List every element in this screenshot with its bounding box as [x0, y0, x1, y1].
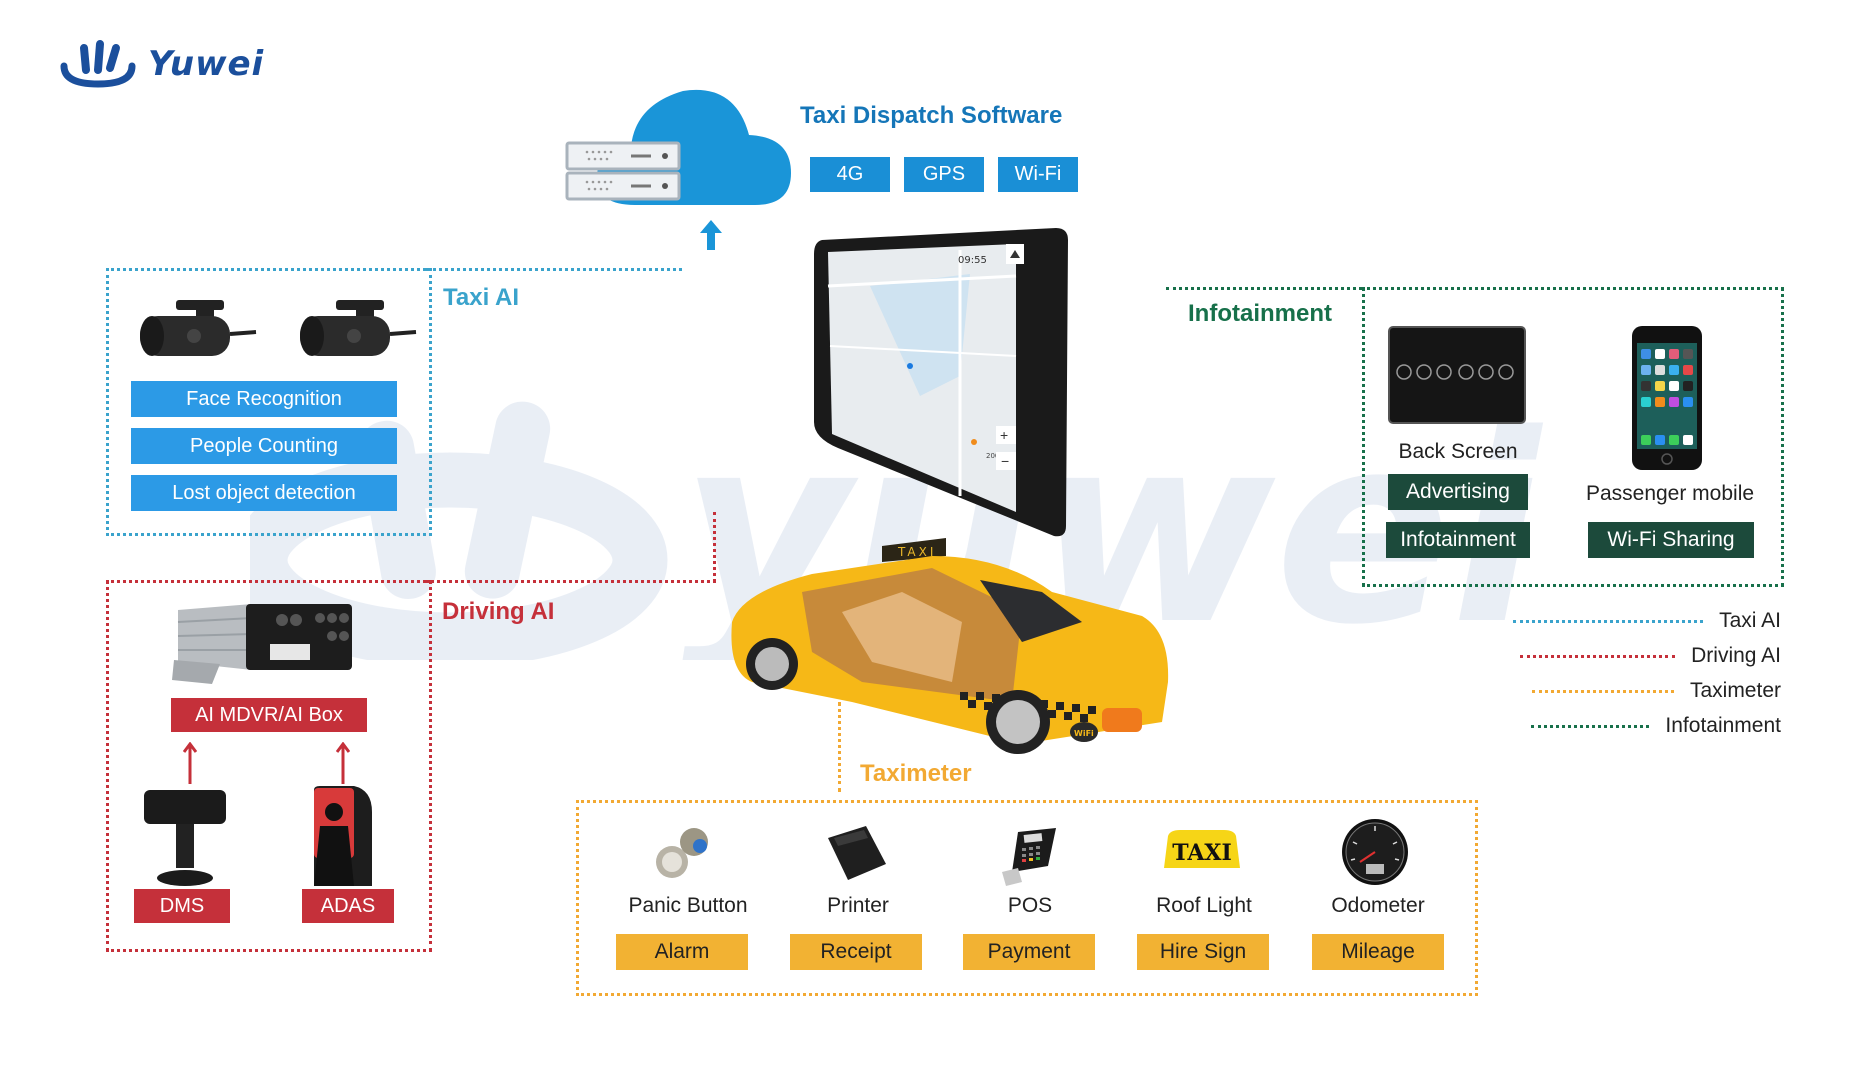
sensor-dms-label: DMS: [134, 889, 230, 923]
dispatch-tablet: 09:55 200米 + −: [814, 228, 1068, 537]
roof-light-text: TAXI: [1172, 840, 1232, 866]
item-pos-label: POS: [1007, 894, 1053, 917]
passenger-mobile-icon: [1632, 326, 1702, 470]
tag-hire-sign: Hire Sign: [1137, 934, 1269, 970]
tag-infotainment: Infotainment: [1386, 522, 1530, 558]
svg-text:+: +: [1000, 427, 1008, 443]
wifi-door-logo: WiFi: [1074, 729, 1094, 738]
sensor-adas-label: ADAS: [302, 889, 394, 923]
camera-icon: [140, 300, 257, 356]
ai-mdvr-box-label: AI MDVR/AI Box: [171, 698, 367, 732]
legend-item-driving-ai: Driving AI: [1491, 641, 1781, 671]
tag-mileage: Mileage: [1312, 934, 1444, 970]
feature-people-counting: People Counting: [131, 428, 397, 464]
mdvr-box-icon: [172, 604, 352, 684]
pos-terminal-icon: [1002, 828, 1056, 886]
back-screen-icon: [1388, 326, 1526, 424]
legend-line: [1520, 654, 1676, 658]
feature-lost-object-detection: Lost object detection: [131, 475, 397, 511]
legend-label: Driving AI: [1691, 644, 1781, 667]
feature-face-recognition: Face Recognition: [131, 381, 397, 417]
taximeter-title: Taximeter: [860, 760, 972, 787]
legend-line: [1531, 724, 1650, 728]
legend-item-taximeter: Taximeter: [1491, 676, 1781, 706]
legend-item-taxi-ai: Taxi AI: [1491, 606, 1781, 636]
yuwei-logo-icon: [60, 40, 136, 88]
brand-name: Yuwei: [148, 44, 265, 84]
item-printer-label: Printer: [827, 894, 889, 917]
driving-ai-connector-h: [426, 580, 716, 583]
badge-4g: 4G: [810, 157, 890, 192]
cloud-server-icon: [565, 89, 791, 205]
taxi-ai-connector: [426, 268, 682, 271]
taxi-car: TAXI WiFi: [731, 538, 1169, 754]
tag-wifi-sharing: Wi-Fi Sharing: [1588, 522, 1754, 558]
legend-line: [1531, 689, 1674, 693]
adas-camera-icon: [314, 786, 372, 886]
tag-alarm: Alarm: [616, 934, 748, 970]
tag-advertising: Advertising: [1388, 474, 1528, 510]
arrow-up-icon: [183, 742, 197, 784]
item-panic-button-label: Panic Button: [628, 894, 748, 917]
svg-text:−: −: [1001, 453, 1009, 469]
printer-icon: [828, 826, 886, 880]
tablet-time: 09:55: [958, 255, 987, 266]
tag-payment: Payment: [963, 934, 1095, 970]
badge-wifi: Wi-Fi: [998, 157, 1078, 192]
infotainment-connector: [1166, 287, 1362, 290]
passenger-mobile-label: Passenger mobile: [1585, 482, 1755, 505]
up-arrow-icon: [700, 220, 722, 250]
legend-item-infotainment: Infotainment: [1491, 711, 1781, 741]
odometer-icon: [1342, 819, 1408, 885]
brand-logo: Yuwei: [58, 40, 264, 88]
arrow-up-icon: [336, 742, 350, 784]
taxi-ai-title: Taxi AI: [443, 284, 520, 311]
panic-button-icon: [656, 828, 708, 878]
item-odometer-label: Odometer: [1331, 894, 1425, 917]
camera-icon: [300, 300, 417, 356]
infotainment-title: Infotainment: [1188, 300, 1332, 327]
tag-receipt: Receipt: [790, 934, 922, 970]
dms-camera-icon: [144, 790, 226, 886]
legend-label: Taxi AI: [1719, 609, 1781, 632]
legend-line: [1513, 619, 1704, 623]
item-roof-light-label: Roof Light: [1156, 894, 1252, 917]
roof-light-icon: TAXI: [1164, 830, 1240, 868]
legend-label: Infotainment: [1665, 714, 1781, 737]
badge-gps: GPS: [904, 157, 984, 192]
taximeter-connector: [838, 702, 841, 792]
driving-ai-title: Driving AI: [442, 598, 555, 625]
legend-label: Taximeter: [1689, 679, 1781, 702]
dispatch-title: Taxi Dispatch Software: [800, 102, 1063, 129]
driving-ai-connector-v: [713, 512, 716, 582]
back-screen-label: Back Screen: [1398, 440, 1518, 463]
